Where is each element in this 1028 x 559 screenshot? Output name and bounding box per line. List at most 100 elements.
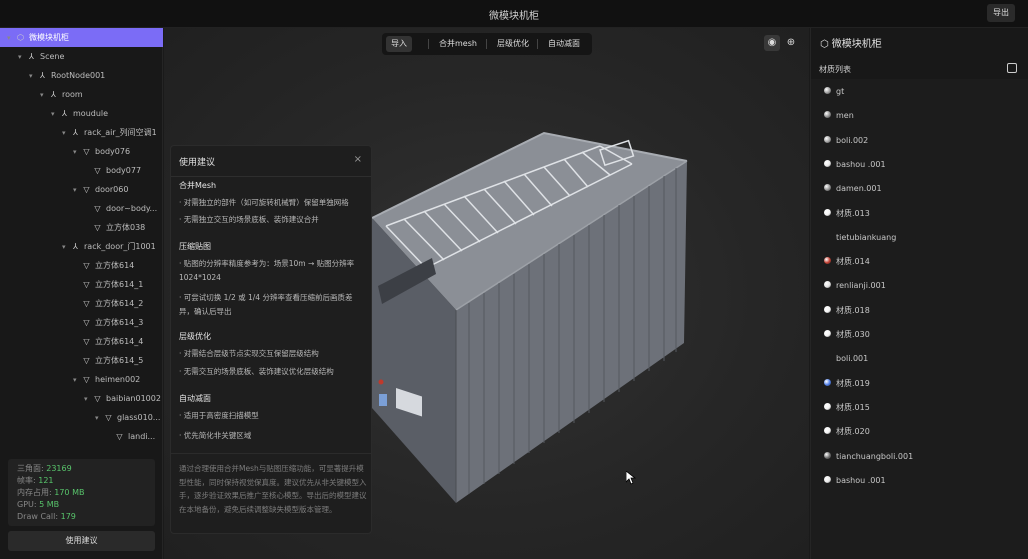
expand-arrow-icon[interactable]: ▾ xyxy=(62,124,70,142)
material-item[interactable]: 材质.013 xyxy=(824,207,870,221)
tree-node[interactable]: ▽ 立方体614_1 xyxy=(0,275,163,294)
tree-node-label: 立方体038 xyxy=(106,223,146,232)
tree-node[interactable]: ▾ ⬡ 微模块机柜 xyxy=(0,28,163,47)
tree-node[interactable]: ▾ ⅄ room xyxy=(0,85,163,104)
fps-label: 帧率: xyxy=(17,476,36,485)
mesh-icon: ▽ xyxy=(83,261,90,270)
node-icon: ⅄ xyxy=(40,71,45,80)
material-item[interactable]: men xyxy=(824,109,854,123)
expand-arrow-icon[interactable]: ▾ xyxy=(51,105,59,123)
mesh-icon: ▽ xyxy=(105,413,112,422)
tree-node-label: body077 xyxy=(106,166,142,175)
material-item[interactable]: 材质.019 xyxy=(824,377,870,391)
material-item[interactable]: 材质.030 xyxy=(824,328,870,342)
material-name: tianchuangboli.001 xyxy=(836,451,914,461)
globe-view-icon[interactable]: ⊕ xyxy=(783,35,799,51)
expand-arrow-icon[interactable]: ▾ xyxy=(95,409,103,427)
expand-arrow-icon[interactable]: ▾ xyxy=(7,29,15,47)
tree-node[interactable]: ▾ ⅄ RootNode001 xyxy=(0,66,163,85)
tree-node[interactable]: ▾ ⅄ rack_air_列间空调1 xyxy=(0,123,163,142)
advice-item: · 对需结合层级节点实现交互保留层级结构 xyxy=(179,349,319,358)
material-panel-title: ⬡ 微模块机柜 xyxy=(820,35,882,50)
tree-node[interactable]: ▽ landi... xyxy=(0,427,163,446)
tree-node[interactable]: ▾ ▽ heimen002 xyxy=(0,370,163,389)
tree-node[interactable]: ▽ 立方体614_4 xyxy=(0,332,163,351)
material-swatch-icon xyxy=(824,451,831,459)
merge-mesh-button[interactable]: 合并mesh xyxy=(438,36,478,52)
material-item[interactable]: 材质.018 xyxy=(824,304,870,318)
material-item[interactable]: boli.002 xyxy=(824,134,868,148)
copy-icon[interactable] xyxy=(1007,63,1017,73)
import-button[interactable]: 导入 xyxy=(386,36,412,52)
solid-view-icon[interactable]: ◉ xyxy=(764,35,780,51)
tree-node-label: 立方体614 xyxy=(95,261,135,270)
tree-node[interactable]: ▾ ⅄ rack_door_门1001 xyxy=(0,237,163,256)
tree-node[interactable]: ▾ ⅄ moudule xyxy=(0,104,163,123)
mouse-cursor-icon xyxy=(626,471,636,485)
cube-icon: ⬡ xyxy=(17,33,24,42)
close-icon[interactable]: × xyxy=(354,154,362,165)
tree-node[interactable]: ▾ ▽ glass010... xyxy=(0,408,163,427)
material-item[interactable]: 材质.014 xyxy=(824,255,870,269)
export-button[interactable]: 导出 xyxy=(987,4,1015,22)
expand-arrow-icon[interactable]: ▾ xyxy=(29,67,37,85)
expand-arrow-icon[interactable]: ▾ xyxy=(62,238,70,256)
expand-arrow-icon[interactable]: ▾ xyxy=(18,48,26,66)
material-item[interactable]: bashou .001 xyxy=(824,474,886,488)
cube-icon: ⬡ xyxy=(820,39,829,50)
tree-node-label: 立方体614_1 xyxy=(95,280,144,289)
material-name: 材质.013 xyxy=(836,208,870,218)
tree-node[interactable]: ▾ ⅄ Scene xyxy=(0,47,163,66)
material-swatch-icon xyxy=(824,257,831,265)
material-name: 材质.015 xyxy=(836,402,870,412)
material-item[interactable]: tianchuangboli.001 xyxy=(824,450,913,464)
advice-item: · 可尝试切换 1/2 或 1/4 分辨率查看压缩前后画质差异，确认后导出 xyxy=(179,293,353,316)
material-panel-title-text: 微模块机柜 xyxy=(831,39,882,50)
expand-arrow-icon[interactable]: ▾ xyxy=(40,86,48,104)
material-name: tietubiankuang xyxy=(836,232,897,242)
mesh-icon: ▽ xyxy=(83,337,90,346)
auto-reduce-button[interactable]: 自动减面 xyxy=(544,36,584,52)
material-item[interactable]: damen.001 xyxy=(824,182,882,196)
material-item[interactable]: renlianji.001 xyxy=(824,279,886,293)
tree-node[interactable]: ▽ 立方体614_2 xyxy=(0,294,163,313)
expand-arrow-icon[interactable]: ▾ xyxy=(73,181,81,199)
usage-advice-button[interactable]: 使用建议 xyxy=(8,531,155,551)
tree-node[interactable]: ▽ door~body... xyxy=(0,199,163,218)
tree-node[interactable]: ▽ 立方体038 xyxy=(0,218,163,237)
material-name: 材质.018 xyxy=(836,305,870,315)
tree-node[interactable]: ▾ ▽ body076 xyxy=(0,142,163,161)
tree-node-label: 微模块机柜 xyxy=(29,33,69,42)
tree-node-label: RootNode001 xyxy=(51,71,106,80)
tree-node-label: heimen002 xyxy=(95,375,141,384)
tree-node[interactable]: ▽ body077 xyxy=(0,161,163,180)
advice-item: · 适用于高密度扫描模型 xyxy=(179,411,259,420)
material-item[interactable]: tietubiankuang xyxy=(824,231,896,245)
material-item[interactable]: boli.001 xyxy=(824,352,868,366)
tree-node[interactable]: ▽ 立方体614_3 xyxy=(0,313,163,332)
expand-arrow-icon[interactable]: ▾ xyxy=(73,371,81,389)
material-list: gt men boli.002 bashou .001 damen.001 材质.013 t… xyxy=(811,79,1028,559)
expand-arrow-icon[interactable]: ▾ xyxy=(73,143,81,161)
end-panel-red-light xyxy=(378,379,384,385)
material-item[interactable]: gt xyxy=(824,85,844,99)
advice-item: · 对需独立的部件（如可旋转机械臂）保留单独网格 xyxy=(179,198,349,207)
material-name: renlianji.001 xyxy=(836,281,886,291)
tree-node[interactable]: ▽ 立方体614 xyxy=(0,256,163,275)
material-name: 材质.014 xyxy=(836,257,870,267)
usage-advice-panel: 使用建议 × 合并Mesh · 对需独立的部件（如可旋转机械臂）保留单独网格 ·… xyxy=(170,145,372,534)
material-item[interactable]: 材质.015 xyxy=(824,401,870,415)
material-item[interactable]: bashou .001 xyxy=(824,158,886,172)
tree-node-label: Scene xyxy=(40,52,65,61)
mesh-icon: ▽ xyxy=(83,356,90,365)
drawcall-label: Draw Call: xyxy=(17,512,59,521)
tree-node[interactable]: ▾ ▽ door060 xyxy=(0,180,163,199)
lod-optimize-button[interactable]: 层级优化 xyxy=(494,36,532,52)
material-swatch-icon xyxy=(824,208,831,216)
tree-node[interactable]: ▽ 立方体614_5 xyxy=(0,351,163,370)
toolbar-divider xyxy=(537,39,538,49)
expand-arrow-icon[interactable]: ▾ xyxy=(84,390,92,408)
material-item[interactable]: 材质.020 xyxy=(824,425,870,439)
material-swatch-icon xyxy=(824,402,831,410)
tree-node[interactable]: ▾ ▽ baibian01002 xyxy=(0,389,163,408)
